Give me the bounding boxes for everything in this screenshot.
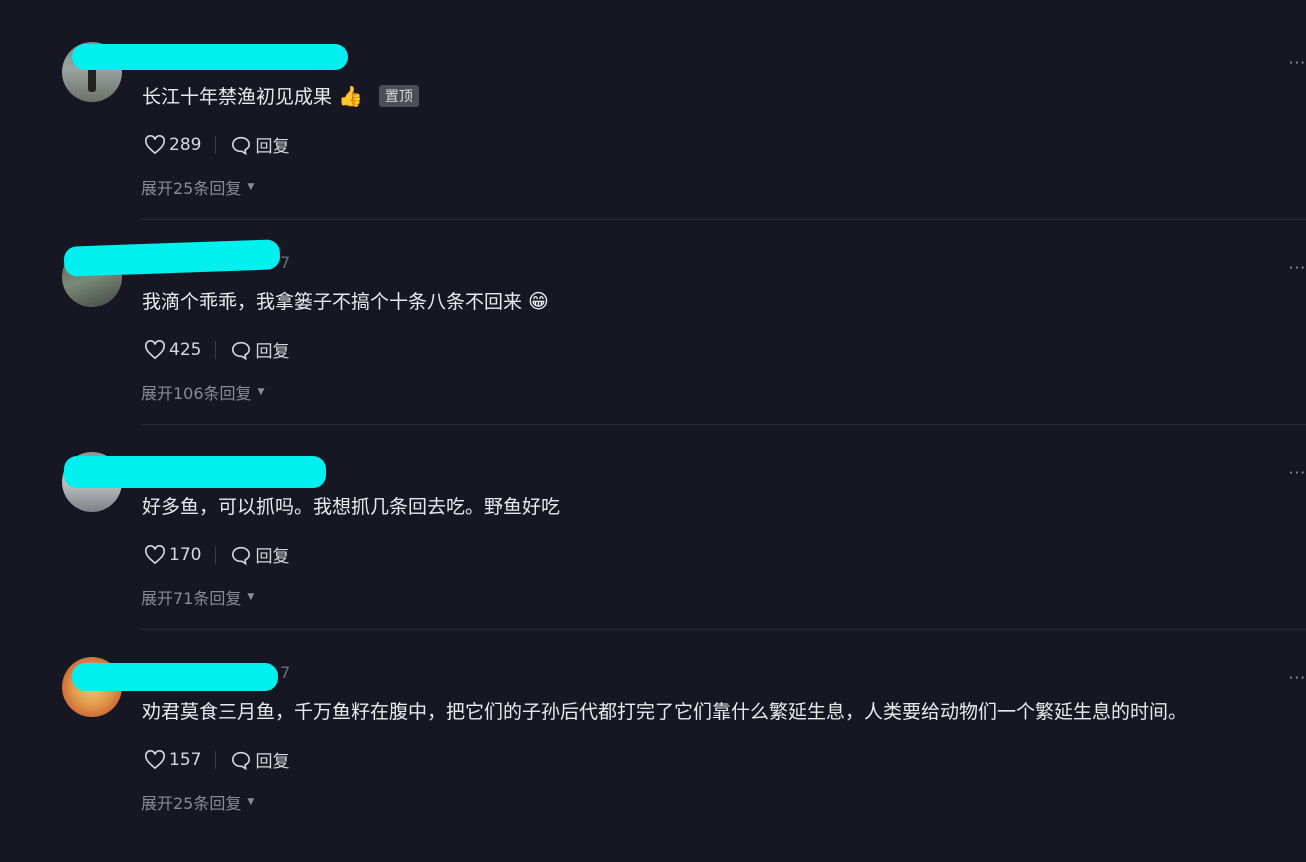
comment-text-row: 劝君莫食三月鱼，千万鱼籽在腹中，把它们的子孙后代都打完了它们靠什么繁延生息，人类…: [142, 697, 1187, 724]
comment-text-row: 长江十年禁渔初见成果 👍 置顶: [142, 82, 419, 109]
divider: [215, 135, 217, 154]
expand-replies-label: 展开71条回复: [141, 589, 242, 608]
comment-item: ··· 长江十年禁渔初见成果 👍 置顶 289 回复 展开25条回复 ▼: [0, 42, 1306, 247]
like-button[interactable]: 157: [144, 750, 201, 770]
more-options-button[interactable]: ···: [1289, 669, 1306, 687]
expand-replies-button[interactable]: 展开106条回复 ▼: [141, 380, 264, 404]
caret-down-icon: ▼: [247, 797, 255, 807]
reply-label: 回复: [255, 342, 290, 362]
comment-item: 7 ··· 我滴个乖乖，我拿篓子不搞个十条八条不回来 😁 425 回复 展开10…: [0, 239, 1306, 452]
comment-actions: 170 回复: [144, 542, 289, 567]
caret-down-icon: ▼: [257, 387, 265, 397]
comment-divider: [141, 629, 1306, 630]
expand-replies-button[interactable]: 展开25条回复 ▼: [141, 175, 254, 199]
comment-divider: [141, 219, 1306, 220]
heart-icon: [145, 544, 165, 564]
more-options-button[interactable]: ···: [1289, 464, 1306, 482]
comment-bubble-icon: [232, 546, 251, 565]
reply-button[interactable]: 回复: [230, 337, 289, 362]
redacted-username: [72, 663, 278, 691]
redacted-username: [63, 239, 281, 277]
comment-item: 7 ··· 劝君莫食三月鱼，千万鱼籽在腹中，把它们的子孙后代都打完了它们靠什么繁…: [0, 657, 1306, 862]
comment-time: 7: [280, 663, 291, 682]
pinned-badge: 置顶: [378, 84, 419, 107]
comment-bubble-icon: [232, 341, 251, 360]
comment-actions: 425 回复: [144, 337, 289, 362]
comment-time: 7: [280, 253, 291, 272]
caret-down-icon: ▼: [247, 592, 255, 602]
expand-replies-button[interactable]: 展开71条回复 ▼: [141, 585, 254, 609]
redacted-username: [72, 44, 348, 70]
like-button[interactable]: 289: [144, 135, 201, 155]
comment-actions: 289 回复: [144, 132, 289, 157]
like-button[interactable]: 425: [144, 340, 201, 360]
comment-text-row: 我滴个乖乖，我拿篓子不搞个十条八条不回来 😁: [142, 287, 549, 314]
reply-label: 回复: [255, 547, 290, 567]
like-count: 289: [169, 134, 202, 155]
like-count: 157: [169, 749, 202, 770]
comment-text-row: 好多鱼，可以抓吗。我想抓几条回去吃。野鱼好吃: [142, 492, 560, 519]
comment-item: ··· 好多鱼，可以抓吗。我想抓几条回去吃。野鱼好吃 170 回复 展开71条回…: [0, 452, 1306, 657]
like-button[interactable]: 170: [144, 545, 201, 565]
grin-emoji: 😁: [528, 288, 549, 313]
comment-bubble-icon: [232, 751, 251, 770]
comment-divider: [141, 424, 1306, 425]
expand-replies-label: 展开106条回复: [141, 384, 252, 403]
heart-icon: [145, 749, 165, 769]
comment-text: 我滴个乖乖，我拿篓子不搞个十条八条不回来: [142, 291, 523, 313]
comment-bubble-icon: [232, 136, 251, 155]
expand-replies-label: 展开25条回复: [141, 179, 242, 198]
reply-button[interactable]: 回复: [230, 747, 289, 772]
comment-actions: 157 回复: [144, 747, 289, 772]
divider: [215, 750, 217, 769]
divider: [215, 545, 217, 564]
thumbs-up-emoji: 👍: [338, 83, 363, 108]
comment-text: 劝君莫食三月鱼，千万鱼籽在腹中，把它们的子孙后代都打完了它们靠什么繁延生息，人类…: [142, 701, 1188, 723]
like-count: 425: [169, 339, 202, 360]
expand-replies-label: 展开25条回复: [141, 794, 242, 813]
reply-label: 回复: [255, 137, 290, 157]
reply-label: 回复: [255, 752, 290, 772]
heart-icon: [145, 134, 165, 154]
redacted-username: [64, 456, 326, 488]
comment-text: 好多鱼，可以抓吗。我想抓几条回去吃。野鱼好吃: [142, 496, 561, 518]
comment-text: 长江十年禁渔初见成果: [142, 86, 333, 108]
reply-button[interactable]: 回复: [230, 542, 289, 567]
like-count: 170: [169, 544, 202, 565]
caret-down-icon: ▼: [247, 182, 255, 192]
more-options-button[interactable]: ···: [1289, 54, 1306, 72]
reply-button[interactable]: 回复: [230, 132, 289, 157]
heart-icon: [145, 339, 165, 359]
expand-replies-button[interactable]: 展开25条回复 ▼: [141, 790, 254, 814]
divider: [215, 340, 217, 359]
more-options-button[interactable]: ···: [1289, 259, 1306, 277]
